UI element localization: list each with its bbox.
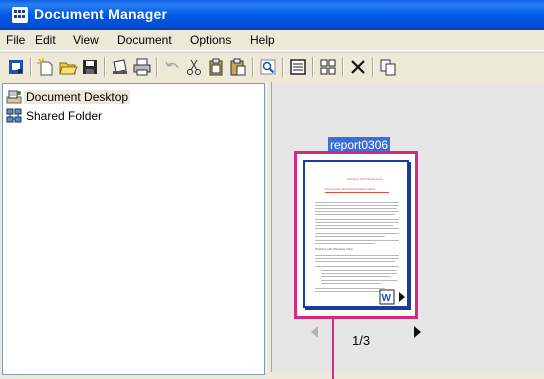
preview-section: Working with Windows Vista — [315, 247, 353, 251]
shared-folder-icon — [6, 108, 22, 123]
tree-item-label: Shared Folder — [26, 109, 103, 123]
svg-text:W: W — [382, 293, 392, 304]
menu-help[interactable]: Help — [250, 33, 275, 47]
menu-edit[interactable]: Edit — [35, 33, 56, 47]
document-view[interactable]: report0306 Planning Your Deployment Depl… — [272, 83, 544, 379]
properties-icon[interactable] — [6, 57, 26, 77]
open-folder-icon[interactable] — [58, 57, 78, 77]
menu-document[interactable]: Document — [117, 33, 172, 47]
tree-item-label: Document Desktop — [24, 90, 131, 104]
scan-icon[interactable] — [110, 57, 130, 77]
document-thumbnail[interactable]: Planning Your Deployment Deployment and … — [294, 151, 418, 319]
word-file-icon: W — [379, 289, 405, 305]
cut-icon[interactable] — [184, 57, 204, 77]
print-icon[interactable] — [132, 57, 152, 77]
main-panels: Document Desktop Shared Folder report030… — [0, 82, 544, 379]
menu-options[interactable]: Options — [190, 33, 231, 47]
delete-icon[interactable] — [348, 57, 368, 77]
folder-tree[interactable]: Document Desktop Shared Folder — [2, 83, 265, 375]
preview-heading: Planning Your Deployment — [347, 177, 383, 181]
preview-subheading: Deployment and Administration Notes — [325, 187, 376, 191]
next-page-icon[interactable] — [412, 325, 422, 339]
new-document-icon[interactable] — [36, 57, 56, 77]
tree-item-document-desktop[interactable]: Document Desktop — [6, 88, 206, 106]
title-bar[interactable]: Document Manager — [0, 0, 544, 30]
menu-bar: File Edit View Document Options Help — [0, 30, 544, 51]
view-single-icon[interactable] — [288, 57, 308, 77]
menu-view[interactable]: View — [73, 33, 99, 47]
copy-icon[interactable] — [206, 57, 226, 77]
paste-icon[interactable] — [228, 57, 248, 77]
tree-item-shared-folder[interactable]: Shared Folder — [6, 107, 206, 125]
view-thumbnails-icon[interactable] — [318, 57, 338, 77]
desktop-icon — [6, 90, 22, 104]
page-indicator: 1/3 — [352, 333, 371, 348]
menu-file[interactable]: File — [6, 33, 25, 47]
document-page-preview: Planning Your Deployment Deployment and … — [303, 160, 409, 308]
app-icon — [12, 7, 28, 23]
toolbar — [0, 52, 544, 81]
undo-icon[interactable] — [162, 57, 182, 77]
save-icon[interactable] — [80, 57, 100, 77]
previous-page-icon[interactable] — [310, 325, 320, 339]
selection-guide-line — [332, 319, 334, 379]
window-title: Document Manager — [34, 6, 168, 22]
duplicate-icon[interactable] — [378, 57, 398, 77]
find-icon[interactable] — [258, 57, 278, 77]
